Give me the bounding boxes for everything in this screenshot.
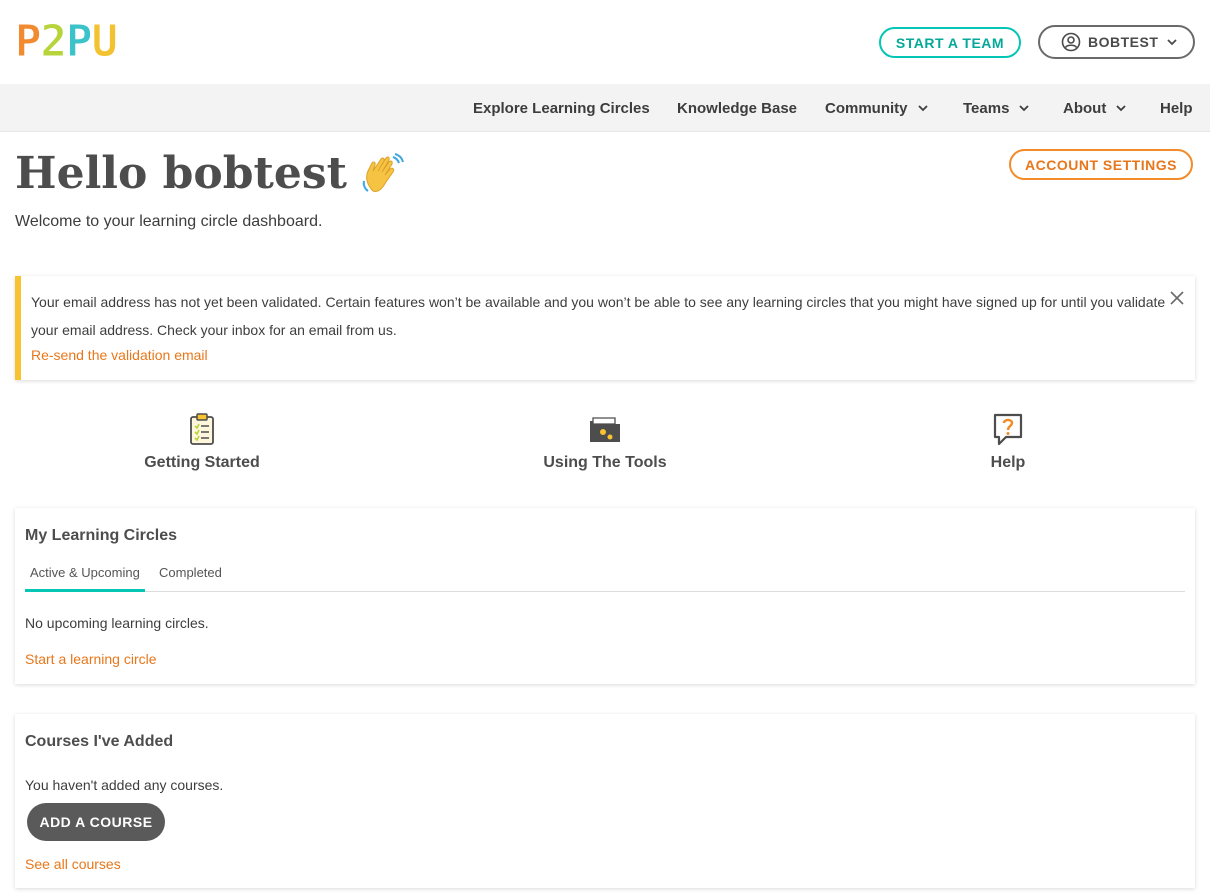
logo-letter: P [15,16,42,67]
quick-link-label: Help [990,454,1026,471]
nav-help[interactable]: Help [1160,84,1193,132]
logo-letter: 2 [40,16,67,67]
chevron-down-icon [1167,39,1178,46]
clipboard-checklist-icon [190,413,214,445]
top-header: P 2 P U START A TEAM BOBTEST [0,0,1210,84]
nav-item-label: Community [825,99,908,117]
user-menu-label: BOBTEST [1088,34,1159,50]
quick-link-getting-started[interactable]: Getting Started [72,412,332,472]
quick-link-label: Getting Started [144,454,260,471]
logo-letter: P [66,16,93,67]
chevron-down-icon [1116,105,1126,112]
waving-hand-icon [362,152,404,192]
nav-item-label: Teams [963,99,1010,117]
account-settings-button[interactable]: ACCOUNT SETTINGS [1009,149,1193,180]
empty-state-text: No upcoming learning circles. [25,615,209,631]
email-validation-alert: Your email address has not yet been vali… [15,276,1195,380]
quick-link-help[interactable]: Help [878,412,1138,472]
page-title: Hello bobtest [15,148,405,199]
start-learning-circle-link[interactable]: Start a learning circle [25,651,157,667]
card-title: My Learning Circles [25,527,178,544]
close-icon[interactable] [1169,290,1185,306]
chevron-down-icon [917,105,928,112]
p2pu-logo[interactable]: P 2 P U [15,16,119,67]
nav-explore-learning-circles[interactable]: Explore Learning Circles [473,84,650,132]
card-title: Courses I've Added [25,733,174,750]
welcome-text: Welcome to your learning circle dashboar… [15,213,323,230]
tab-completed[interactable]: Completed [159,564,222,592]
learning-circles-tabs: Active & Upcoming Completed [25,564,1185,592]
add-course-button[interactable]: ADD A COURSE [27,803,165,841]
nav-item-label: Help [1160,99,1193,117]
nav-about[interactable]: About [1063,84,1127,132]
see-all-courses-link[interactable]: See all courses [25,856,121,872]
user-menu-button[interactable]: BOBTEST [1038,25,1195,59]
my-learning-circles-card: My Learning Circles Active & Upcoming Co… [15,508,1195,684]
empty-state-text: You haven't added any courses. [25,777,224,793]
nav-item-label: Knowledge Base [677,99,798,117]
quick-link-using-the-tools[interactable]: Using The Tools [475,412,735,472]
courses-added-card: Courses I've Added You haven't added any… [15,714,1195,888]
greeting-text: Hello bobtest [15,148,347,199]
folder-gears-icon [590,417,620,442]
quick-link-label: Using The Tools [543,454,667,471]
nav-teams[interactable]: Teams [963,84,1030,132]
resend-validation-link[interactable]: Re-send the validation email [31,344,208,366]
question-bubble-icon [993,413,1023,446]
nav-item-label: Explore Learning Circles [473,99,650,117]
chevron-down-icon [1019,105,1030,112]
user-circle-icon [1061,32,1081,52]
alert-message: Your email address has not yet been vali… [31,294,1166,338]
main-nav: Explore Learning Circles Knowledge Base … [0,84,1210,132]
nav-community[interactable]: Community [825,84,929,132]
nav-knowledge-base[interactable]: Knowledge Base [677,84,797,132]
logo-letter: U [91,16,118,67]
nav-item-label: About [1063,99,1107,117]
start-a-team-button[interactable]: START A TEAM [879,27,1021,58]
tab-active-upcoming[interactable]: Active & Upcoming [25,564,145,592]
